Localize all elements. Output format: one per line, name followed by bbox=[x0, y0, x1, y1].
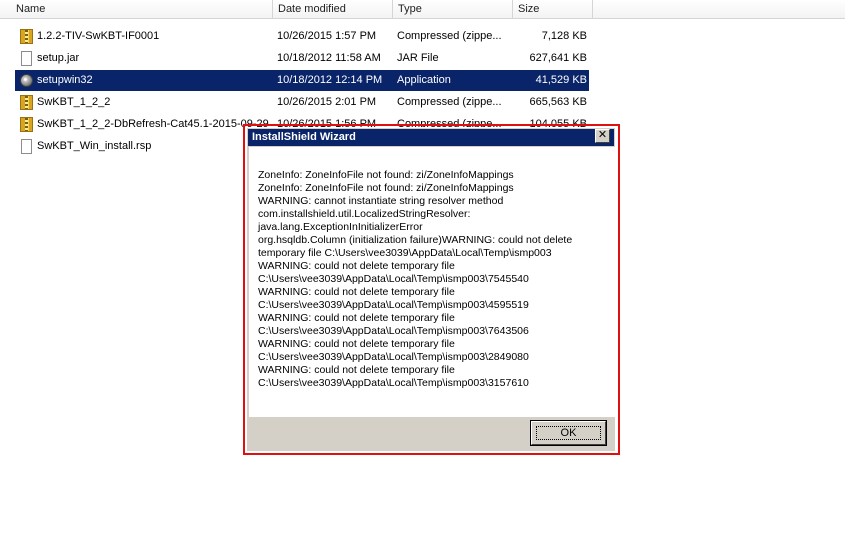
zip-folder-icon bbox=[19, 117, 34, 132]
zip-folder-icon bbox=[19, 29, 34, 44]
file-type: Compressed (zippe... bbox=[397, 96, 502, 108]
dialog-titlebar[interactable]: InstallShield Wizard ✕ bbox=[248, 129, 614, 146]
file-row-1-2-2-tiv-swkbt-if0001[interactable]: 1.2.2-TIV-SwKBT-IF0001 10/26/2015 1:57 P… bbox=[15, 26, 589, 47]
file-row-setupwin32[interactable]: setupwin32 10/18/2012 12:14 PM Applicati… bbox=[15, 70, 589, 91]
file-date: 10/26/2015 2:01 PM bbox=[277, 96, 377, 108]
column-header-date-modified[interactable]: Date modified bbox=[273, 0, 393, 18]
installshield-wizard-dialog: InstallShield Wizard ✕ ZoneInfo: ZoneInf… bbox=[246, 127, 616, 452]
message-area: ZoneInfo: ZoneInfoFile not found: zi/Zon… bbox=[249, 147, 615, 417]
file-size: 627,641 KB bbox=[529, 52, 588, 64]
file-size: 41,529 KB bbox=[535, 74, 587, 86]
file-date: 10/26/2015 1:57 PM bbox=[277, 30, 377, 42]
application-icon bbox=[19, 73, 34, 88]
file-name: setupwin32 bbox=[37, 74, 93, 86]
ok-button[interactable]: OK bbox=[530, 420, 607, 446]
file-date: 10/18/2012 11:58 AM bbox=[277, 52, 381, 64]
file-size: 7,128 KB bbox=[541, 30, 587, 42]
file-type: Application bbox=[397, 74, 451, 86]
file-type: JAR File bbox=[397, 52, 439, 64]
dialog-message: ZoneInfo: ZoneInfoFile not found: zi/Zon… bbox=[258, 169, 573, 389]
file-row-setup-jar[interactable]: setup.jar 10/18/2012 11:58 AM JAR File 6… bbox=[15, 48, 589, 69]
column-header-name[interactable]: Name bbox=[0, 0, 273, 18]
file-size: 665,563 KB bbox=[529, 96, 588, 108]
file-date: 10/18/2012 12:14 PM bbox=[277, 74, 383, 86]
file-icon bbox=[19, 51, 34, 66]
file-name: SwKBT_Win_install.rsp bbox=[37, 140, 152, 152]
column-header-size[interactable]: Size bbox=[513, 0, 593, 18]
column-header-row: Name Date modified Type Size bbox=[0, 0, 845, 19]
file-name: setup.jar bbox=[37, 52, 80, 64]
zip-folder-icon bbox=[19, 95, 34, 110]
dialog-title: InstallShield Wizard bbox=[252, 131, 356, 143]
file-row-swkbt-1-2-2[interactable]: SwKBT_1_2_2 10/26/2015 2:01 PM Compresse… bbox=[15, 92, 589, 113]
file-name: 1.2.2-TIV-SwKBT-IF0001 bbox=[37, 30, 160, 42]
file-name: SwKBT_1_2_2 bbox=[37, 96, 111, 108]
close-button[interactable]: ✕ bbox=[595, 129, 610, 143]
file-type: Compressed (zippe... bbox=[397, 30, 502, 42]
file-icon bbox=[19, 139, 34, 154]
close-icon: ✕ bbox=[597, 129, 608, 141]
column-header-type[interactable]: Type bbox=[393, 0, 513, 18]
file-name: SwKBT_1_2_2-DbRefresh-Cat45.1-2015-09-29 bbox=[37, 118, 269, 130]
ok-button-label: OK bbox=[560, 427, 577, 439]
